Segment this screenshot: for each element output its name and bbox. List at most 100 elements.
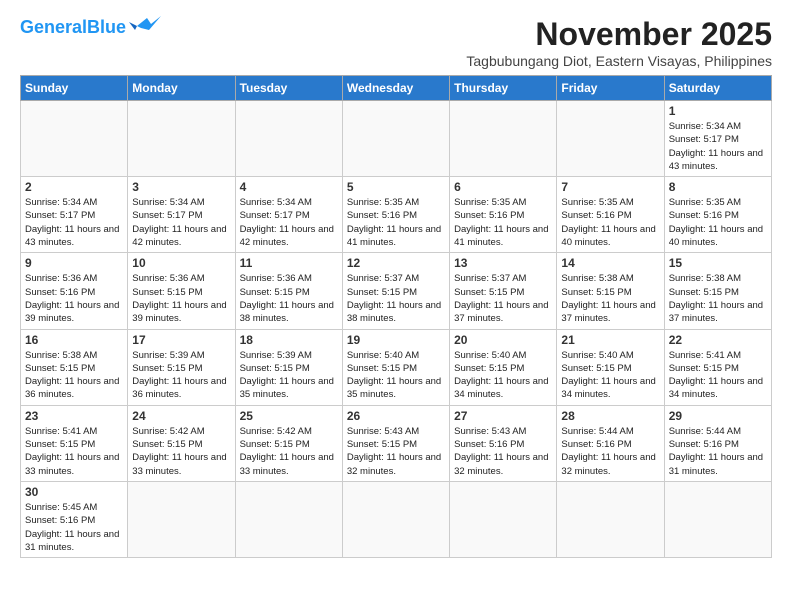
day-info: Sunrise: 5:43 AM Sunset: 5:15 PM Dayligh… (347, 425, 445, 478)
day-number: 12 (347, 256, 445, 270)
table-row: 13 Sunrise: 5:37 AM Sunset: 5:15 PM Dayli… (450, 253, 557, 329)
col-sunday: Sunday (21, 76, 128, 101)
table-row (557, 101, 664, 177)
table-row: 15 Sunrise: 5:38 AM Sunset: 5:15 PM Dayli… (664, 253, 771, 329)
table-row: 5Sunrise: 5:35 AM Sunset: 5:16 PM Daylig… (342, 177, 449, 253)
table-row (664, 481, 771, 557)
table-row: 19 Sunrise: 5:40 AM Sunset: 5:15 PM Dayli… (342, 329, 449, 405)
day-info: Sunrise: 5:36 AM Sunset: 5:16 PM Dayligh… (25, 272, 123, 325)
day-info: Sunrise: 5:45 AM Sunset: 5:16 PM Dayligh… (25, 501, 123, 554)
calendar: Sunday Monday Tuesday Wednesday Thursday… (20, 75, 772, 558)
table-row: 27Sunrise: 5:43 AM Sunset: 5:16 PM Dayli… (450, 405, 557, 481)
day-info: Sunrise: 5:36 AM Sunset: 5:15 PM Dayligh… (132, 272, 230, 325)
header: GeneralBlue November 2025 Tagbubungang D… (20, 16, 772, 69)
day-number: 2 (25, 180, 123, 194)
day-info: Sunrise: 5:41 AM Sunset: 5:15 PM Dayligh… (669, 349, 767, 402)
calendar-header-row: Sunday Monday Tuesday Wednesday Thursday… (21, 76, 772, 101)
table-row: 24 Sunrise: 5:42 AM Sunset: 5:15 PM Dayli… (128, 405, 235, 481)
table-row: 4 Sunrise: 5:34 AM Sunset: 5:17 PM Daylig… (235, 177, 342, 253)
table-row: 16Sunrise: 5:38 AM Sunset: 5:15 PM Dayli… (21, 329, 128, 405)
title-area: November 2025 Tagbubungang Diot, Eastern… (466, 16, 772, 69)
table-row: 14 Sunrise: 5:38 AM Sunset: 5:15 PM Dayli… (557, 253, 664, 329)
calendar-week-row: 16Sunrise: 5:38 AM Sunset: 5:15 PM Dayli… (21, 329, 772, 405)
day-number: 11 (240, 256, 338, 270)
day-number: 16 (25, 333, 123, 347)
table-row: 28 Sunrise: 5:44 AM Sunset: 5:16 PM Dayli… (557, 405, 664, 481)
day-info: Sunrise: 5:41 AM Sunset: 5:15 PM Dayligh… (25, 425, 123, 478)
day-number: 14 (561, 256, 659, 270)
day-number: 23 (25, 409, 123, 423)
day-info: Sunrise: 5:40 AM Sunset: 5:15 PM Dayligh… (347, 349, 445, 402)
subtitle: Tagbubungang Diot, Eastern Visayas, Phil… (466, 53, 772, 69)
day-number: 30 (25, 485, 123, 499)
day-number: 21 (561, 333, 659, 347)
day-number: 9 (25, 256, 123, 270)
day-info: Sunrise: 5:44 AM Sunset: 5:16 PM Dayligh… (561, 425, 659, 478)
day-info: Sunrise: 5:42 AM Sunset: 5:15 PM Dayligh… (132, 425, 230, 478)
day-number: 3 (132, 180, 230, 194)
table-row (235, 481, 342, 557)
day-number: 4 (240, 180, 338, 194)
day-number: 18 (240, 333, 338, 347)
logo-text: GeneralBlue (20, 18, 126, 36)
col-tuesday: Tuesday (235, 76, 342, 101)
day-info: Sunrise: 5:35 AM Sunset: 5:16 PM Dayligh… (347, 196, 445, 249)
day-number: 1 (669, 104, 767, 118)
calendar-week-row: 9 Sunrise: 5:36 AM Sunset: 5:16 PM Daylig… (21, 253, 772, 329)
day-info: Sunrise: 5:38 AM Sunset: 5:15 PM Dayligh… (669, 272, 767, 325)
day-info: Sunrise: 5:40 AM Sunset: 5:15 PM Dayligh… (454, 349, 552, 402)
col-wednesday: Wednesday (342, 76, 449, 101)
table-row: 26Sunrise: 5:43 AM Sunset: 5:15 PM Dayli… (342, 405, 449, 481)
table-row (128, 481, 235, 557)
day-info: Sunrise: 5:34 AM Sunset: 5:17 PM Dayligh… (240, 196, 338, 249)
table-row: 9 Sunrise: 5:36 AM Sunset: 5:16 PM Daylig… (21, 253, 128, 329)
day-number: 25 (240, 409, 338, 423)
day-number: 20 (454, 333, 552, 347)
table-row: 23 Sunrise: 5:41 AM Sunset: 5:15 PM Dayli… (21, 405, 128, 481)
day-info: Sunrise: 5:35 AM Sunset: 5:16 PM Dayligh… (669, 196, 767, 249)
table-row: 3 Sunrise: 5:34 AM Sunset: 5:17 PM Daylig… (128, 177, 235, 253)
day-info: Sunrise: 5:37 AM Sunset: 5:15 PM Dayligh… (454, 272, 552, 325)
day-number: 28 (561, 409, 659, 423)
day-number: 10 (132, 256, 230, 270)
day-number: 22 (669, 333, 767, 347)
table-row: 21 Sunrise: 5:40 AM Sunset: 5:15 PM Dayli… (557, 329, 664, 405)
day-info: Sunrise: 5:40 AM Sunset: 5:15 PM Dayligh… (561, 349, 659, 402)
table-row: 12Sunrise: 5:37 AM Sunset: 5:15 PM Dayli… (342, 253, 449, 329)
col-saturday: Saturday (664, 76, 771, 101)
day-number: 6 (454, 180, 552, 194)
calendar-week-row: 23 Sunrise: 5:41 AM Sunset: 5:15 PM Dayli… (21, 405, 772, 481)
table-row (557, 481, 664, 557)
day-info: Sunrise: 5:35 AM Sunset: 5:16 PM Dayligh… (454, 196, 552, 249)
table-row: 25 Sunrise: 5:42 AM Sunset: 5:15 PM Dayli… (235, 405, 342, 481)
table-row: 20 Sunrise: 5:40 AM Sunset: 5:15 PM Dayli… (450, 329, 557, 405)
day-number: 19 (347, 333, 445, 347)
calendar-week-row: 1Sunrise: 5:34 AM Sunset: 5:17 PM Daylig… (21, 101, 772, 177)
table-row (450, 481, 557, 557)
month-title: November 2025 (466, 16, 772, 53)
day-number: 24 (132, 409, 230, 423)
day-number: 15 (669, 256, 767, 270)
table-row: 17Sunrise: 5:39 AM Sunset: 5:15 PM Dayli… (128, 329, 235, 405)
logo-blue: Blue (87, 17, 126, 37)
table-row: 18Sunrise: 5:39 AM Sunset: 5:15 PM Dayli… (235, 329, 342, 405)
day-number: 8 (669, 180, 767, 194)
logo-bird-icon (129, 16, 161, 38)
table-row (342, 101, 449, 177)
col-thursday: Thursday (450, 76, 557, 101)
day-number: 17 (132, 333, 230, 347)
day-info: Sunrise: 5:42 AM Sunset: 5:15 PM Dayligh… (240, 425, 338, 478)
calendar-week-row: 2 Sunrise: 5:34 AM Sunset: 5:17 PM Daylig… (21, 177, 772, 253)
day-info: Sunrise: 5:34 AM Sunset: 5:17 PM Dayligh… (132, 196, 230, 249)
day-number: 13 (454, 256, 552, 270)
day-info: Sunrise: 5:44 AM Sunset: 5:16 PM Dayligh… (669, 425, 767, 478)
table-row: 2Sunrise: 5:34 AM Sunset: 5:17 PM Daylig… (21, 177, 128, 253)
table-row: 29 Sunrise: 5:44 AM Sunset: 5:16 PM Dayli… (664, 405, 771, 481)
day-info: Sunrise: 5:36 AM Sunset: 5:15 PM Dayligh… (240, 272, 338, 325)
day-number: 29 (669, 409, 767, 423)
table-row: 10 Sunrise: 5:36 AM Sunset: 5:15 PM Dayli… (128, 253, 235, 329)
table-row: 30 Sunrise: 5:45 AM Sunset: 5:16 PM Dayli… (21, 481, 128, 557)
col-monday: Monday (128, 76, 235, 101)
day-number: 27 (454, 409, 552, 423)
day-info: Sunrise: 5:38 AM Sunset: 5:15 PM Dayligh… (561, 272, 659, 325)
